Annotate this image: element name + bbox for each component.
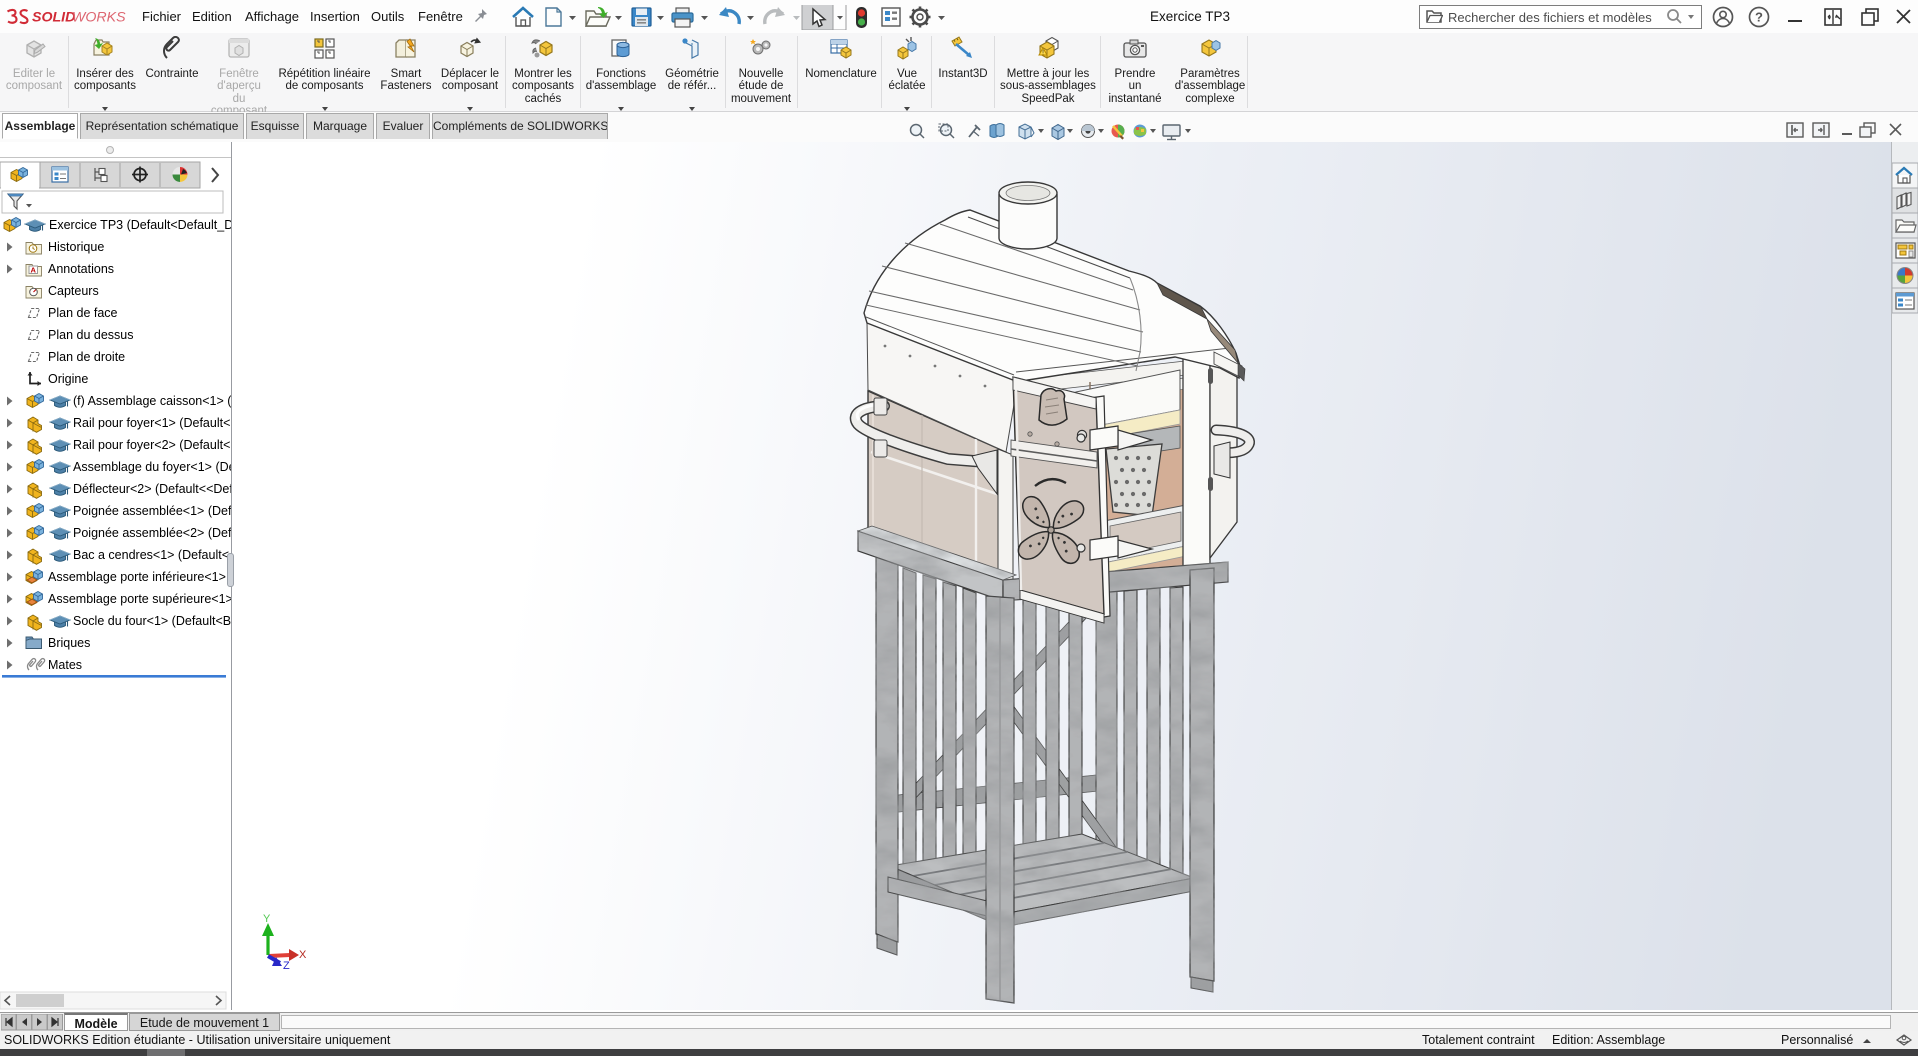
svg-text:Annotations: Annotations <box>48 262 114 276</box>
svg-text:Exercice TP3 (Default<Default: Exercice TP3 (Default<Default_Di <box>49 218 231 232</box>
svg-text:Rail pour foyer<1> (Default<: Rail pour foyer<1> (Default< <box>73 416 230 430</box>
svg-text:Assemblage porte supérieure<1>: Assemblage porte supérieure<1> <box>48 592 231 606</box>
svg-text:(f) Assemblage caisson<1> (D: (f) Assemblage caisson<1> (D <box>73 394 231 408</box>
svg-text:Origine: Origine <box>48 372 88 386</box>
svg-text:Socle du four<1> (Default<B: Socle du four<1> (Default<B <box>73 614 231 628</box>
svg-text:Plan du dessus: Plan du dessus <box>48 328 133 342</box>
svg-text:Plan de face: Plan de face <box>48 306 118 320</box>
svg-text:Assemblage du foyer<1> (De: Assemblage du foyer<1> (De <box>73 460 231 474</box>
svg-text:SOLID: SOLID <box>32 10 75 26</box>
svg-text:WORKS: WORKS <box>72 10 126 26</box>
svg-text:Assemblage porte inférieure<1>: Assemblage porte inférieure<1> ( <box>48 570 231 584</box>
svg-text:Historique: Historique <box>48 240 104 254</box>
svg-text:Poignée assemblée<2> (Defa: Poignée assemblée<2> (Defa <box>73 526 231 540</box>
svg-text:Y: Y <box>263 913 271 925</box>
svg-text:Rail pour foyer<2> (Default<: Rail pour foyer<2> (Default< <box>73 438 230 452</box>
svg-text:!: ! <box>1042 50 1044 57</box>
svg-text:Z: Z <box>283 960 290 972</box>
svg-text:Plan de droite: Plan de droite <box>48 350 125 364</box>
svg-text:Mates: Mates <box>48 658 82 672</box>
svg-text:Briques: Briques <box>48 636 90 650</box>
svg-text:Bac a cendres<1> (Default<<: Bac a cendres<1> (Default<< <box>73 548 231 562</box>
svg-text:A: A <box>30 266 36 275</box>
svg-text:X: X <box>299 949 307 961</box>
svg-text:Poignée assemblée<1> (Defa: Poignée assemblée<1> (Defa <box>73 504 231 518</box>
svg-text:Déflecteur<2> (Default<<Def: Déflecteur<2> (Default<<Def <box>73 482 231 496</box>
svg-text:?: ? <box>1755 10 1763 25</box>
svg-text:Capteurs: Capteurs <box>48 284 99 298</box>
